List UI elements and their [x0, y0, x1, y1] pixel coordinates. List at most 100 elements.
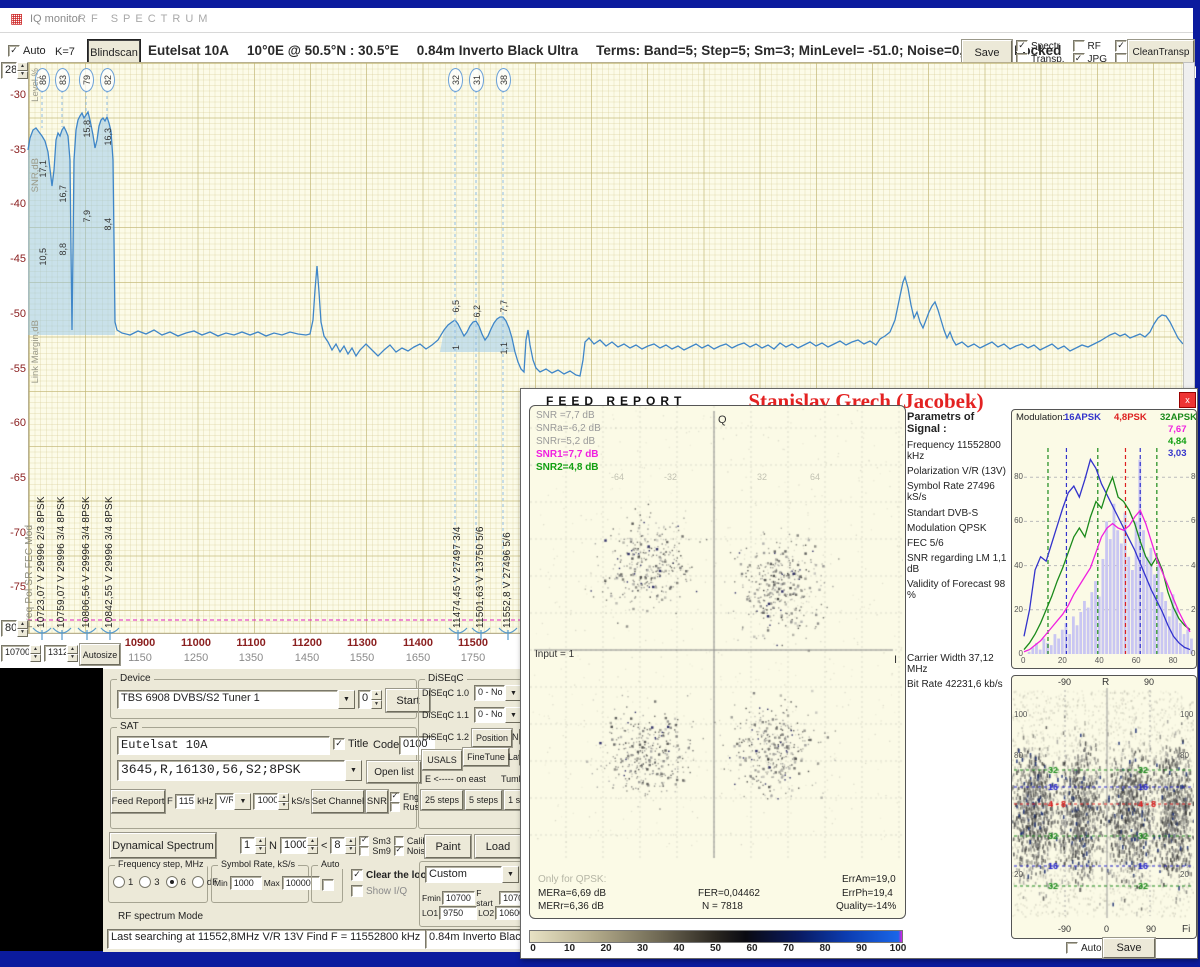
lo1-field[interactable]: 9750 [439, 906, 478, 920]
x-tick-freq: 11400 [403, 637, 433, 649]
eng-checkbox[interactable]: ✓ Eng [389, 791, 419, 802]
x-tick-freq: 11000 [181, 637, 211, 649]
min-field[interactable]: 1000 [229, 876, 262, 890]
n1-spinner[interactable]: 1 ▲ ▼ [240, 837, 266, 854]
freq-step-radio-1[interactable]: 1 [113, 876, 133, 888]
quality-value: Quality=-14% [836, 901, 897, 912]
grid-number: 64 [810, 472, 821, 482]
top-scale-spinner[interactable]: 28 ▲ ▼ [1, 62, 28, 79]
phase-right-tick: 20 [1180, 870, 1189, 879]
load-button[interactable]: Load [475, 835, 521, 858]
x-tick-freq: 11100 [236, 637, 266, 649]
close-icon[interactable]: x [1179, 392, 1196, 408]
transponder-label: 11501,63 V 13750 5/6 [475, 526, 486, 628]
polarization-combo[interactable]: V/R ▼ [215, 793, 252, 810]
finetune-button[interactable]: FineTune [463, 748, 509, 766]
sm9-checkbox[interactable]: Sm9 [359, 845, 391, 856]
param-line: Symbol Rate 27496 kS/s [907, 481, 995, 504]
bottom-scale-spinner[interactable]: 80 ▲ ▼ [1, 620, 28, 637]
paint-button[interactable]: Paint [425, 835, 471, 858]
set-channel-button[interactable]: Set Channel [312, 790, 364, 813]
peak-margin-label: 8,4 [103, 218, 113, 231]
status-bar-search: Last searching at 11552,8MHz V/R 13V Fin… [107, 929, 429, 949]
snr-legend: SNR =7,7 dB SNRa=-6,2 dB SNRr=5,2 dB SNR1=7… [536, 410, 601, 473]
lo-row: LO1 9750 LO2 10600 [422, 906, 536, 920]
open-list-button[interactable]: Open list [367, 761, 421, 783]
phase-save-button[interactable]: Save [1103, 938, 1155, 958]
mod-legend-value: 4,84 [1168, 436, 1187, 447]
scale-tick: 70 [782, 943, 795, 954]
sm-checks: ✓ Sm3 Sm9 [359, 835, 391, 856]
peak-quality-circle: 79 [79, 68, 94, 92]
n-label: N [269, 839, 277, 852]
q-axis-label: Q [718, 414, 727, 426]
step-button-25-steps[interactable]: 25 steps [421, 790, 464, 810]
freq-span-spinner[interactable]: 1312 ▲ ▼ [44, 645, 78, 662]
freq-start-spinner[interactable]: 10700 ▲ ▼ [1, 645, 41, 662]
y-tick: -65 [10, 471, 26, 484]
n3-spinner[interactable]: 8 ▲ ▼ [330, 837, 357, 854]
transponder-label: 10842,55 V 29996 3/4 8PSK [104, 496, 115, 628]
snr-button[interactable]: SNR [365, 790, 388, 813]
black-region [0, 668, 103, 951]
position-n-label: N [512, 732, 519, 742]
custom-combo[interactable]: Custom ▼ [425, 866, 519, 883]
snr-legend-entry: SNR2=4,8 dB [536, 462, 599, 473]
param-line: Standart DVB-S [907, 507, 979, 519]
param-line: Frequency 11552800 kHz [907, 440, 1001, 462]
auto-sr-checkbox[interactable] [322, 879, 334, 891]
peak-snr-label: 16,7 [58, 185, 68, 203]
fstart-label: F start [476, 888, 493, 908]
sr-spinner[interactable]: 1000 ▲ ▼ [253, 793, 290, 810]
phase-auto-checkbox[interactable]: Auto [1066, 942, 1102, 954]
tuner-index-spinner[interactable]: 0 ▲ ▼ [358, 690, 382, 709]
diseqc10-label: DiSEqC 1.0 [422, 688, 470, 698]
freq-step-radio-3[interactable]: 3 [139, 876, 160, 888]
peak-quality-circle: 31 [469, 68, 484, 92]
peak-margin-label: 8,8 [58, 243, 68, 256]
x-tick-if: 1550 [349, 652, 375, 664]
dynamical-spectrum-button[interactable]: Dynamical Spectrum [110, 833, 216, 858]
diseqc11-combo[interactable]: 0 - No ▼ [474, 707, 522, 723]
transponder-label: 10723,07 V 29996 2/3 8PSK [36, 496, 47, 628]
mod-y-tick: 80 [1191, 472, 1196, 482]
snr-legend-entry: SNRa=-6,2 dB [536, 423, 601, 434]
autosize-button[interactable]: Autosize [80, 644, 120, 665]
transponder-header: Freq Pol SR FEC Mod [24, 524, 35, 628]
param-line: Carrier Width 37,12 MHz [907, 653, 994, 676]
diseqc10-combo[interactable]: 0 - No ▼ [474, 685, 522, 701]
lo1-label: LO1 [422, 908, 439, 918]
feed-report-window: FEED REPORT Stanislav Grech (Jacobek) x … [520, 388, 1198, 959]
legend-48psk: 4,8PSK [1114, 412, 1147, 423]
snr-legend-entry: SNR =7,7 dB [536, 410, 595, 421]
signal-parameters: Parametrs of Signal : Frequency 11552800… [907, 411, 1009, 690]
n2-spinner[interactable]: 1000 ▲ ▼ [279, 837, 318, 854]
feed-report-button[interactable]: Feed Report [111, 790, 165, 813]
y-tick: -50 [10, 307, 26, 320]
device-combo[interactable]: TBS 6908 DVBS/S2 Tuner 1 ▼ [117, 690, 355, 709]
snr-legend-entry: SNRr=5,2 dB [536, 436, 596, 447]
channel-combo[interactable]: 3645,R,16130,56,S2;8PSK ▼ [117, 760, 362, 781]
title-checkbox[interactable]: ✓ Title [333, 738, 368, 750]
freq-step-radio-6[interactable]: 6 [165, 876, 186, 888]
transponder-label: 10759,07 V 29996 3/4 8PSK [56, 496, 67, 628]
mod-y-tick: 0 [1191, 649, 1196, 658]
scale-tick: 50 [709, 943, 722, 954]
khz-label: kHz [197, 796, 214, 807]
usals-button[interactable]: USALS [422, 750, 462, 770]
f-label: F [167, 796, 173, 807]
sm3-checkbox[interactable]: ✓ Sm3 [359, 835, 391, 846]
peak-quality-circle: 83 [55, 68, 70, 92]
transponder-label: 11552,8 V 27496 5/6 [502, 532, 513, 628]
quality-gradient-bar [529, 930, 903, 943]
scale-tick: 40 [673, 943, 685, 954]
fmin-field[interactable]: 10700 [441, 891, 476, 905]
rus-checkbox[interactable]: Rus [389, 801, 419, 812]
sat-name-field[interactable]: Eutelsat 10A [117, 736, 330, 755]
frequency-field[interactable]: 11552800 [174, 794, 196, 809]
mod-legend-value: 3,03 [1168, 448, 1187, 459]
mode-label: RF spectrum Mode [118, 911, 204, 922]
mera-value: MERa=6,69 dB [538, 888, 607, 899]
position-button[interactable]: Position [472, 729, 512, 747]
step-button-5-steps[interactable]: 5 steps [465, 790, 503, 810]
